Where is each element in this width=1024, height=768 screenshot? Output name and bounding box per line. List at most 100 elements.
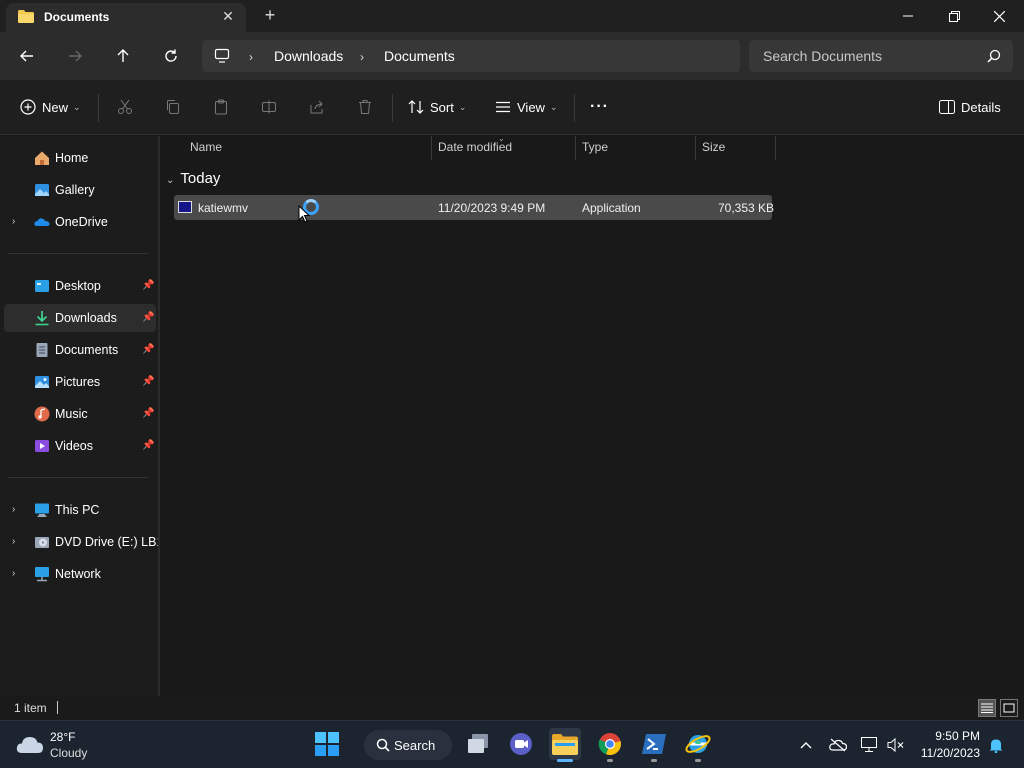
gallery-icon: [35, 184, 49, 196]
column-header-type[interactable]: Type: [582, 140, 608, 154]
sidebar-item-gallery[interactable]: Gallery: [4, 176, 156, 204]
sidebar-item-pictures[interactable]: Pictures 📌: [4, 368, 156, 396]
tab-documents[interactable]: Documents ✕: [6, 3, 246, 32]
delete-button[interactable]: [355, 97, 375, 117]
taskbar-chrome[interactable]: [594, 728, 626, 762]
search-box[interactable]: [749, 40, 1013, 72]
pin-icon[interactable]: 📌: [142, 312, 154, 323]
sort-button[interactable]: Sort ⌄: [408, 96, 466, 118]
view-button[interactable]: View ⌄: [495, 96, 558, 118]
column-header-date-modified[interactable]: Date modified: [438, 140, 512, 154]
column-divider[interactable]: [775, 136, 776, 160]
notifications-button[interactable]: [986, 735, 1006, 755]
start-button[interactable]: [311, 728, 343, 760]
search-input[interactable]: [749, 40, 979, 72]
column-header-name[interactable]: Name: [190, 140, 222, 154]
onedrive-tray-button[interactable]: [828, 735, 848, 755]
copy-icon: [167, 100, 179, 114]
column-divider[interactable]: [695, 136, 696, 160]
clock-time[interactable]: 9:50 PM: [920, 729, 980, 743]
cloudy-weather-icon[interactable]: [16, 733, 44, 755]
new-button[interactable]: New ⌄: [20, 96, 81, 118]
pin-icon[interactable]: 📌: [142, 344, 154, 355]
rename-button[interactable]: [259, 97, 279, 117]
back-button[interactable]: [15, 44, 39, 68]
windows-logo-icon: [315, 732, 339, 756]
address-bar-row: › Downloads › Documents: [0, 32, 1024, 80]
refresh-button[interactable]: [159, 44, 183, 68]
sidebar-item-home[interactable]: Home: [4, 144, 156, 172]
divider: [574, 94, 575, 122]
address-field[interactable]: › Downloads › Documents: [202, 40, 740, 72]
column-divider[interactable]: [575, 136, 576, 160]
expand-chevron-icon[interactable]: ›: [12, 536, 15, 547]
collapse-chevron-icon: ⌄: [166, 175, 175, 186]
sidebar-item-dvd-drive[interactable]: › DVD Drive (E:) LB1P: [4, 528, 172, 556]
sidebar-item-videos[interactable]: Videos 📌: [4, 432, 156, 460]
minimize-button[interactable]: [885, 0, 931, 32]
sidebar-item-network[interactable]: › Network: [4, 560, 156, 588]
new-tab-button[interactable]: +: [262, 6, 278, 24]
view-label: View: [517, 99, 545, 115]
see-more-button[interactable]: ···: [590, 96, 609, 118]
sidebar-item-label: DVD Drive (E:) LB1P: [55, 535, 172, 549]
taskbar-search-button[interactable]: Search: [364, 730, 452, 760]
breadcrumb-documents[interactable]: Documents: [384, 48, 455, 64]
forward-button[interactable]: [63, 44, 87, 68]
large-icons-view-button[interactable]: [1000, 699, 1018, 717]
expand-chevron-icon[interactable]: ›: [12, 504, 15, 515]
teams-chat-button[interactable]: [505, 728, 537, 760]
details-view-button[interactable]: [978, 699, 996, 717]
network-tray-button[interactable]: [860, 735, 880, 755]
breadcrumb-downloads[interactable]: Downloads: [274, 48, 343, 64]
taskbar-powershell[interactable]: [638, 728, 670, 762]
weather-temperature[interactable]: 28°F: [50, 730, 75, 744]
restore-button[interactable]: [931, 0, 977, 32]
sidebar-item-documents[interactable]: Documents 📌: [4, 336, 156, 364]
sidebar-item-music[interactable]: Music 📌: [4, 400, 156, 428]
dvd-drive-icon: [35, 537, 49, 548]
close-window-button[interactable]: [976, 0, 1022, 32]
share-button[interactable]: [307, 97, 327, 117]
onedrive-offline-icon: [829, 738, 847, 752]
close-tab-icon[interactable]: ✕: [220, 8, 236, 24]
paste-button[interactable]: [211, 97, 231, 117]
this-pc-icon: [35, 503, 49, 517]
sidebar-divider: [8, 253, 148, 254]
taskbar-file-explorer[interactable]: [549, 728, 581, 762]
sidebar-item-onedrive[interactable]: › OneDrive: [4, 208, 156, 236]
weather-condition[interactable]: Cloudy: [50, 746, 87, 760]
pin-icon[interactable]: 📌: [142, 408, 154, 419]
show-hidden-icons-button[interactable]: [796, 735, 816, 755]
taskbar-internet-explorer[interactable]: [682, 728, 714, 762]
expand-chevron-icon[interactable]: ›: [12, 216, 15, 227]
teams-chat-icon: [510, 733, 532, 755]
bell-icon: [989, 739, 1003, 753]
pin-icon[interactable]: 📌: [142, 440, 154, 451]
sidebar-item-desktop[interactable]: Desktop 📌: [4, 272, 156, 300]
clock-date[interactable]: 11/20/2023: [910, 746, 980, 760]
copy-button[interactable]: [163, 97, 183, 117]
search-icon[interactable]: [987, 49, 1001, 63]
details-label: Details: [961, 99, 1001, 115]
up-button[interactable]: [111, 44, 135, 68]
sidebar-divider: [8, 477, 148, 478]
table-row[interactable]: katiewmv 11/20/2023 9:49 PM Application …: [174, 195, 774, 223]
sidebar-item-downloads[interactable]: Downloads 📌: [4, 304, 156, 332]
details-pane-button[interactable]: Details: [939, 96, 1001, 118]
column-divider[interactable]: [431, 136, 432, 160]
expand-chevron-icon[interactable]: ›: [12, 568, 15, 579]
group-header-today[interactable]: ⌄ Today: [166, 170, 220, 187]
minimize-icon: [903, 15, 913, 17]
pin-icon[interactable]: 📌: [142, 376, 154, 387]
sidebar-item-this-pc[interactable]: › This PC: [4, 496, 156, 524]
taskbar-search-label: Search: [394, 737, 436, 753]
cut-button[interactable]: [115, 97, 135, 117]
powershell-icon: [642, 734, 666, 754]
desktop-icon: [35, 280, 49, 292]
task-view-button[interactable]: [462, 728, 494, 760]
pin-icon[interactable]: 📌: [142, 280, 154, 291]
column-header-size[interactable]: Size: [702, 140, 725, 154]
volume-tray-button[interactable]: [886, 735, 906, 755]
documents-icon: [36, 343, 48, 357]
